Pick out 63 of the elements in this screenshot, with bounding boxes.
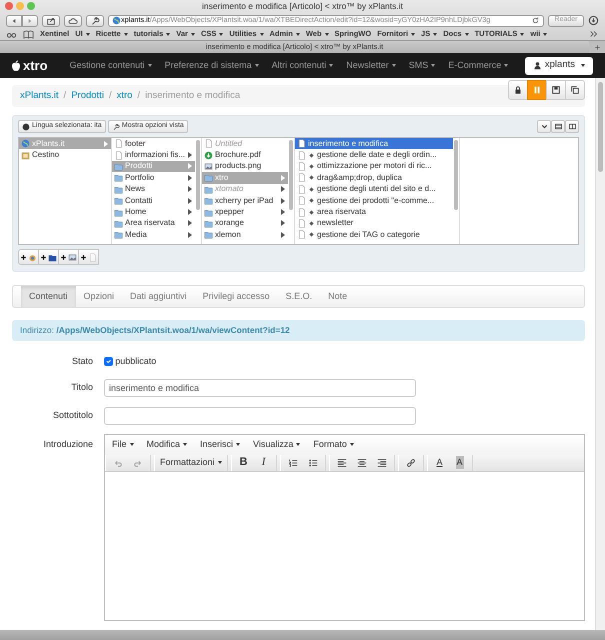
tab[interactable]: Contenuti	[21, 286, 76, 307]
editor-menu[interactable]: Visualizza	[253, 438, 300, 452]
text-editor[interactable]: File Modifica Inserisci Visualizza Formato Formattazioni B I A A	[104, 434, 585, 620]
breadcrumb-separator: /	[137, 88, 140, 103]
browser-item[interactable]: News	[112, 184, 195, 195]
user-menu-button[interactable]: xplants	[524, 56, 593, 74]
brand-name[interactable]: xtro	[23, 56, 48, 76]
browser-item[interactable]: xlemon	[202, 229, 288, 241]
breadcrumb-link[interactable]: xPlants.it	[20, 88, 59, 104]
editor-menu[interactable]: Formato	[313, 438, 354, 452]
window-title: inserimento e modifica [Articolo] < xtro™ by xPlants.it	[202, 0, 403, 13]
breadcrumb-link[interactable]: Prodotti	[71, 88, 104, 104]
browser-item[interactable]: products.png	[202, 160, 288, 172]
browser-item[interactable]: drag&amp;drop, duplica	[295, 172, 453, 184]
nav-menu[interactable]: Gestione contenuti	[70, 58, 152, 72]
browser-item[interactable]: newsletter	[295, 218, 453, 230]
bold-button[interactable]: B	[234, 454, 254, 470]
formats-dropdown[interactable]: Formattazioni	[157, 454, 225, 470]
tab[interactable]: Dati aggiuntivi	[122, 286, 195, 307]
nav-menu[interactable]: Altri contenuti	[272, 58, 334, 72]
browser-item[interactable]: Portfolio	[112, 172, 195, 184]
editor-menu[interactable]: Modifica	[146, 438, 188, 452]
browser-item[interactable]: inserimento e modifica	[295, 138, 453, 150]
nav-menu[interactable]: Newsletter	[346, 58, 396, 72]
editor-menu[interactable]: Inserisci	[200, 438, 240, 452]
browser-item[interactable]: gestione dei prodotti "e-comme...	[295, 194, 453, 206]
tab[interactable]: S.E.O.	[278, 286, 320, 307]
background-color-button[interactable]: A	[450, 454, 470, 470]
browser-item[interactable]: gestione delle date e degli ordin...	[295, 149, 453, 161]
address-text: Indirizzo: /Apps/WebObjects/XPlantsit.woa/1/wa/viewContent?id=12	[20, 324, 290, 337]
browser-item[interactable]: xpepper	[202, 206, 288, 218]
field-label: Sottotitolo	[52, 408, 94, 422]
browser-item[interactable]: gestione degli utenti del sito e d...	[295, 184, 453, 195]
tab[interactable]: Opzioni	[76, 286, 122, 307]
browser-item[interactable]: xcherry per iPad	[202, 194, 288, 206]
field-label: Titolo	[70, 380, 94, 394]
breadcrumb-link[interactable]: xtro	[116, 88, 132, 104]
text-color-button[interactable]: A	[430, 454, 450, 470]
browser-item[interactable]: xorange	[202, 218, 288, 230]
browser-item[interactable]: ottimizzazione per motori di ric...	[295, 160, 453, 172]
breadcrumb-current: inserimento e modifica	[145, 88, 240, 103]
browser-item[interactable]: Media	[112, 229, 195, 241]
browser-item[interactable]: Brochure.pdf	[202, 149, 288, 161]
tab[interactable]: Privilegi accesso	[194, 286, 278, 307]
editor-menu[interactable]: File	[112, 438, 134, 452]
breadcrumb-separator: /	[108, 88, 112, 103]
browser-item[interactable]: area riservata	[295, 206, 453, 218]
nav-menu[interactable]: Preferenze di sistema	[164, 58, 259, 72]
tab[interactable]: Note	[320, 286, 356, 307]
nav-menu[interactable]: E-Commerce	[448, 58, 508, 72]
field-label: Stato	[70, 355, 94, 368]
browser-item[interactable]: Area riservata	[112, 218, 195, 230]
checkbox-label: pubblicato	[115, 355, 156, 368]
breadcrumb-separator: /	[64, 88, 66, 103]
browser-item[interactable]: Contatti	[112, 194, 195, 206]
italic-button[interactable]: I	[254, 454, 274, 470]
nav-menu[interactable]: SMS	[408, 58, 436, 72]
browser-item[interactable]: footer	[112, 138, 195, 150]
browser-item[interactable]: Cestino	[19, 149, 111, 161]
browser-item[interactable]: Home	[112, 206, 195, 218]
field-label: Introduzione	[42, 438, 94, 450]
title-field[interactable]: inserimento e modifica	[104, 378, 416, 396]
browser-item[interactable]: gestione dei TAG o categorie	[295, 229, 453, 241]
